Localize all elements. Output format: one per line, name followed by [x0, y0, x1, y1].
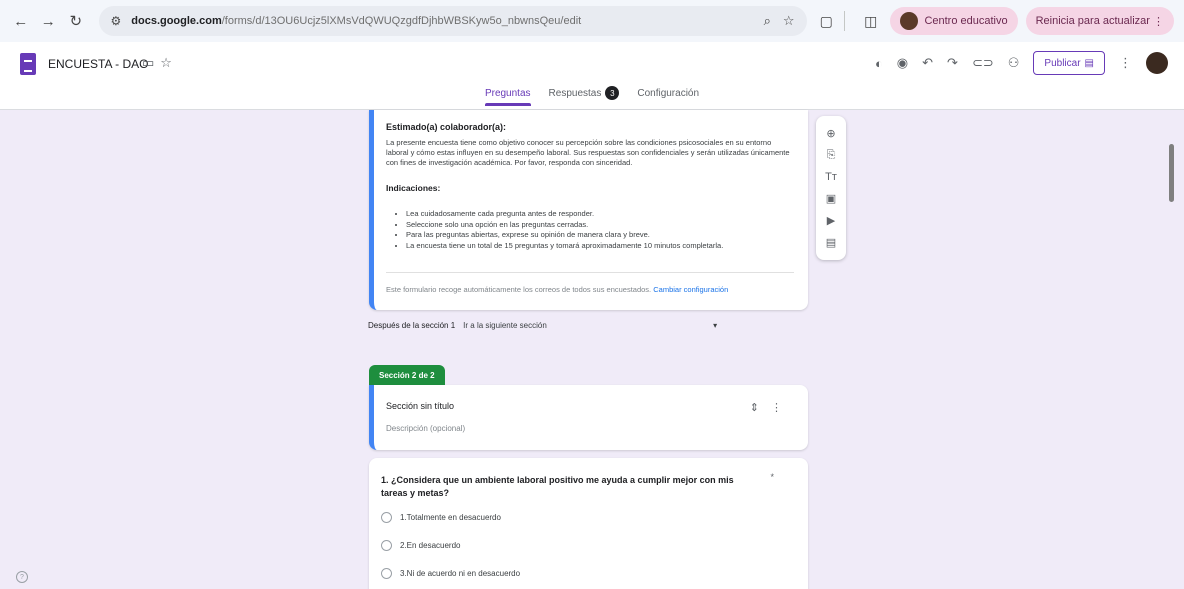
after-section-select[interactable]: Ir a la siguiente sección ▾: [463, 321, 717, 330]
tab-label: Configuración: [637, 87, 700, 99]
section-description[interactable]: Descripción (opcional): [386, 424, 465, 433]
more-options-icon[interactable]: ⋮: [1119, 55, 1132, 71]
preview-icon[interactable]: ◉: [897, 55, 908, 71]
bookmark-star-icon[interactable]: ☆: [783, 13, 795, 29]
radio-button[interactable]: [381, 568, 392, 579]
list-item: La encuesta tiene un total de 15 pregunt…: [406, 241, 786, 252]
option-row[interactable]: 2.En desacuerdo: [381, 540, 461, 551]
instructions-list: Lea cuidadosamente cada pregunta antes d…: [396, 209, 786, 251]
back-icon[interactable]: ←: [10, 10, 32, 32]
add-image-icon[interactable]: ▣: [826, 192, 836, 205]
move-folder-icon[interactable]: ▭: [142, 55, 160, 70]
list-item: Lea cuidadosamente cada pregunta antes d…: [406, 209, 786, 220]
publish-label: Publicar: [1044, 57, 1081, 69]
form-description-card[interactable]: Estimado(a) colaborador(a): La presente …: [369, 110, 808, 310]
after-section-navigation: Después de la sección 1 Ir a la siguient…: [368, 321, 717, 330]
intro-paragraph: La presente encuesta tiene como objetivo…: [386, 138, 790, 167]
responses-count-badge: 3: [605, 86, 620, 100]
option-row[interactable]: 1.Totalmente en desacuerdo: [381, 512, 501, 523]
reload-icon[interactable]: ↻: [65, 10, 87, 32]
collapse-icon[interactable]: ⇕: [750, 402, 771, 414]
option-label: 1.Totalmente en desacuerdo: [400, 513, 501, 522]
browser-toolbar: ← → ↻ ⚙ docs.google.com/forms/d/13OU6Ucj…: [0, 0, 1184, 42]
option-row[interactable]: 3.Ni de acuerdo ni en desacuerdo: [381, 568, 520, 579]
instructions-heading: Indicaciones:: [386, 183, 441, 193]
floating-add-toolbar: ⊕ ⎘ Tт ▣ ▶ ▤: [816, 116, 846, 260]
after-section-label: Después de la sección 1: [368, 321, 456, 330]
import-questions-icon[interactable]: ⎘: [827, 149, 836, 162]
divider: [386, 272, 794, 273]
add-video-icon[interactable]: ▶: [827, 214, 835, 227]
profile-button[interactable]: Centro educativo: [890, 7, 1018, 35]
dropdown-arrow-icon: ▾: [713, 321, 718, 330]
question-title[interactable]: 1. ¿Considera que un ambiente laboral po…: [381, 474, 761, 500]
page-scrollbar[interactable]: [1169, 144, 1174, 202]
redo-icon[interactable]: ↷: [947, 55, 958, 71]
option-label: 2.En desacuerdo: [400, 541, 461, 550]
radio-button[interactable]: [381, 512, 392, 523]
undo-icon[interactable]: ↶: [922, 55, 933, 71]
form-tabs: Preguntas Respuestas 3 Configuración: [0, 86, 1184, 106]
after-section-value: Ir a la siguiente sección: [463, 321, 547, 330]
add-title-icon[interactable]: Tт: [825, 171, 837, 183]
customize-theme-icon[interactable]: ◐: [875, 56, 883, 71]
address-bar[interactable]: ⚙ docs.google.com/forms/d/13OU6Ucjz5lXMs…: [98, 6, 807, 36]
list-item: Seleccione solo una opción en las pregun…: [406, 220, 786, 231]
add-section-icon[interactable]: ▤: [826, 236, 836, 249]
update-label: Reinicia para actualizar: [1035, 15, 1150, 27]
option-label: 3.Ni de acuerdo ni en desacuerdo: [400, 569, 521, 578]
site-info-icon[interactable]: ⚙: [111, 14, 122, 28]
section-counter-tab: Sección 2 de 2: [369, 365, 445, 385]
help-icon[interactable]: ?: [16, 571, 28, 583]
section-more-icon[interactable]: ⋮: [771, 402, 794, 414]
document-title[interactable]: ENCUESTA - DAO: [48, 57, 148, 71]
toolbar-divider: [844, 11, 845, 31]
tab-questions[interactable]: Preguntas: [484, 86, 531, 106]
profile-avatar: [900, 12, 919, 30]
note-text: Este formulario recoge automáticamente l…: [386, 285, 652, 294]
google-forms-logo[interactable]: [20, 53, 36, 75]
tab-label: Respuestas: [548, 87, 602, 99]
list-item: Para las preguntas abiertas, exprese su …: [406, 230, 786, 241]
tab-search-icon[interactable]: ◫: [859, 9, 882, 33]
required-mark: *: [770, 472, 774, 482]
add-collaborators-icon[interactable]: ⚇: [1008, 55, 1020, 71]
profile-label: Centro educativo: [924, 15, 1008, 27]
tab-responses[interactable]: Respuestas 3: [549, 86, 620, 106]
url-host: docs.google.com: [131, 15, 222, 27]
intro-heading: Estimado(a) colaborador(a):: [386, 122, 507, 132]
zoom-icon[interactable]: ⌕: [764, 13, 771, 29]
extensions-icon[interactable]: ▢: [815, 9, 838, 33]
title-actions: ▭☆: [142, 55, 178, 71]
star-icon[interactable]: ☆: [160, 55, 178, 70]
section-header-card[interactable]: Sección sin título Descripción (opcional…: [369, 385, 808, 450]
section-actions: ⇕⋮: [750, 401, 794, 414]
forms-header: ENCUESTA - DAO ▭☆ ◐ ◉ ↶ ↷ ⊂⊃ ⚇ Publicar …: [0, 42, 1184, 110]
tab-label: Preguntas: [484, 87, 531, 99]
update-button[interactable]: Reinicia para actualizar ⋮: [1025, 7, 1175, 35]
section-title[interactable]: Sección sin título: [386, 401, 454, 411]
tab-settings[interactable]: Configuración: [637, 86, 699, 106]
publish-button[interactable]: Publicar ▤: [1033, 51, 1105, 75]
change-settings-link[interactable]: Cambiar configuración: [653, 285, 728, 294]
header-actions: ◐ ◉ ↶ ↷ ⊂⊃ ⚇ Publicar ▤ ⋮: [875, 51, 1168, 75]
question-card[interactable]: 1. ¿Considera que un ambiente laboral po…: [369, 458, 808, 589]
email-collection-note: Este formulario recoge automáticamente l…: [386, 285, 728, 294]
publish-options-icon: ▤: [1084, 57, 1094, 69]
add-question-icon[interactable]: ⊕: [826, 127, 835, 140]
url-path: /forms/d/13OU6Ucjz5lXMsVdQWUQzgdfDjhbWBS…: [221, 15, 582, 27]
account-avatar[interactable]: [1146, 52, 1168, 74]
forward-icon[interactable]: →: [38, 10, 60, 32]
link-icon[interactable]: ⊂⊃: [972, 55, 994, 71]
radio-button[interactable]: [381, 540, 392, 551]
